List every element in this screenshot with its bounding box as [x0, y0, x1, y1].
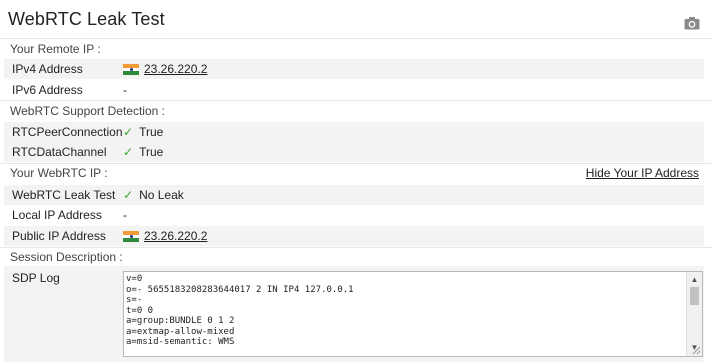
sdp-label: SDP Log: [12, 271, 60, 285]
rtcpeerconnection-value: True: [139, 125, 164, 139]
sdp-line: o=- 5655183208283644017 2 IN IP4 127.0.0…: [126, 284, 354, 295]
rtcdatachannel-value: True: [139, 145, 164, 159]
resize-grip-icon[interactable]: [691, 345, 701, 355]
sdp-line: a=group:BUNDLE 0 1 2: [126, 316, 235, 326]
check-icon: ✓: [123, 145, 134, 159]
scroll-up-arrow-icon[interactable]: ▲: [687, 274, 702, 286]
ipv4-value-link[interactable]: 23.26.220.2: [144, 62, 207, 76]
camera-icon[interactable]: [684, 16, 700, 30]
divider: [0, 38, 713, 39]
ipv6-label: IPv6 Address: [12, 83, 83, 97]
ipv4-row: IPv4 Address 23.26.220.2: [4, 59, 704, 79]
public-ip-label: Public IP Address: [12, 229, 106, 243]
sdp-scrollbar[interactable]: ▲ ▼: [686, 272, 702, 356]
divider: [0, 247, 713, 248]
rtcdatachannel-row: RTCDataChannel ✓ True: [4, 142, 704, 162]
check-icon: ✓: [123, 188, 134, 202]
sdp-line: s=-: [126, 295, 143, 305]
sdp-line: a=msid-semantic: WMS: [126, 337, 235, 347]
india-flag-icon: [123, 63, 139, 75]
leak-test-label: WebRTC Leak Test: [12, 188, 116, 202]
divider: [0, 163, 713, 164]
sdp-line: v=0: [126, 274, 143, 284]
leak-test-row: WebRTC Leak Test ✓ No Leak: [4, 185, 704, 205]
local-ip-value: -: [123, 208, 127, 222]
sdp-log-text: v=0 o=- 5655183208283644017 2 IN IP4 127.…: [126, 274, 686, 348]
section-webrtc-ip: Your WebRTC IP :: [10, 166, 108, 180]
section-session: Session Description :: [10, 250, 123, 264]
leak-test-value: No Leak: [139, 188, 184, 202]
ipv4-label: IPv4 Address: [12, 62, 83, 76]
rtcpeerconnection-label: RTCPeerConnection: [12, 125, 123, 139]
public-ip-row: Public IP Address 23.26.220.2: [4, 226, 704, 246]
section-remote-ip: Your Remote IP :: [10, 42, 101, 56]
check-icon: ✓: [123, 125, 134, 139]
divider: [0, 100, 713, 101]
sdp-row: SDP Log v=0 o=- 5655183208283644017 2 IN …: [4, 266, 704, 362]
local-ip-label: Local IP Address: [12, 208, 102, 222]
sdp-log-textarea[interactable]: v=0 o=- 5655183208283644017 2 IN IP4 127.…: [123, 271, 703, 357]
section-support: WebRTC Support Detection :: [10, 104, 165, 118]
india-flag-icon: [123, 230, 139, 242]
sdp-line: a=extmap-allow-mixed: [126, 326, 235, 337]
local-ip-row: Local IP Address -: [4, 205, 704, 225]
ipv6-row: IPv6 Address -: [4, 80, 704, 100]
rtcpeerconnection-row: RTCPeerConnection ✓ True: [4, 122, 704, 142]
scroll-thumb[interactable]: [690, 287, 699, 305]
public-ip-value-link[interactable]: 23.26.220.2: [144, 229, 207, 243]
ipv6-value: -: [123, 83, 127, 97]
page-title: WebRTC Leak Test: [8, 9, 165, 29]
sdp-line: t=0 0: [126, 305, 154, 316]
hide-ip-link[interactable]: Hide Your IP Address: [586, 166, 699, 180]
rtcdatachannel-label: RTCDataChannel: [12, 145, 107, 159]
